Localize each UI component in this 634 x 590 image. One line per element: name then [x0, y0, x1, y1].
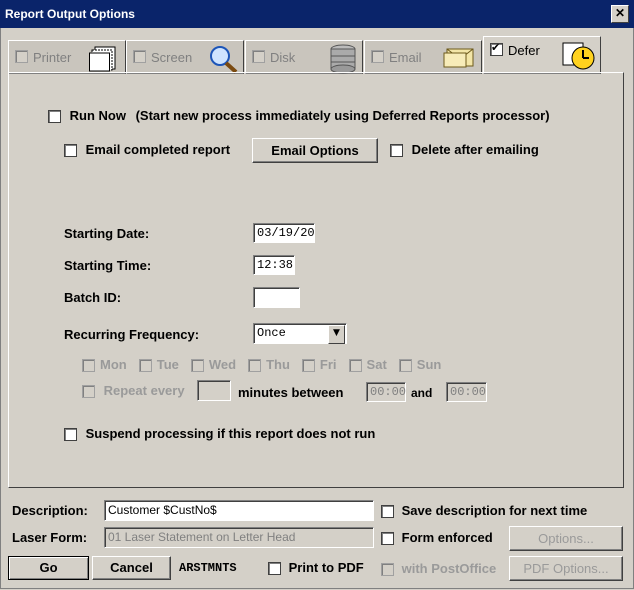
run-now-checkbox[interactable] [48, 110, 61, 124]
tab-defer-label: Defer [508, 43, 540, 58]
weekday-row: Mon Tue Wed Thu Fri Sat Sun [82, 357, 442, 373]
between-end-field[interactable]: 00:00 [446, 382, 487, 402]
laser-form-label: Laser Form: [12, 530, 88, 545]
with-postoffice-row: with PostOffice [381, 561, 497, 577]
day-fri-label: Fri [319, 357, 337, 372]
window-title: Report Output Options [5, 7, 135, 21]
delete-after-label: Delete after emailing [411, 142, 539, 157]
starting-date-field[interactable]: 03/19/20 [253, 223, 315, 243]
tab-printer-checkbox[interactable] [15, 50, 28, 63]
options-button[interactable]: Options... [509, 526, 623, 551]
go-button[interactable]: Go [8, 556, 89, 580]
tab-printer[interactable]: Printer [8, 40, 126, 74]
repeat-every-checkbox[interactable] [82, 385, 95, 399]
form-enforced-checkbox[interactable] [381, 532, 394, 546]
day-sun-label: Sun [416, 357, 442, 372]
day-tue-checkbox[interactable] [138, 359, 152, 373]
tab-email[interactable]: Email [364, 40, 482, 74]
recurring-frequency-select[interactable]: Once ▼ [253, 323, 347, 344]
tab-disk[interactable]: Disk [245, 40, 363, 74]
print-to-pdf-checkbox[interactable] [268, 562, 281, 576]
starting-date-label: Starting Date: [64, 226, 150, 241]
starting-time-label: Starting Time: [64, 258, 152, 273]
save-description-checkbox[interactable] [381, 505, 394, 519]
clock-schedule-icon [562, 42, 595, 70]
tab-printer-label: Printer [33, 50, 72, 65]
recurring-frequency-label: Recurring Frequency: [64, 327, 200, 342]
day-fri-checkbox[interactable] [301, 359, 315, 373]
day-sat-label: Sat [366, 357, 387, 372]
magnifier-icon [210, 46, 238, 74]
chevron-down-icon[interactable]: ▼ [328, 325, 345, 344]
day-wed-checkbox[interactable] [190, 359, 204, 373]
day-tue-label: Tue [156, 357, 179, 372]
tab-disk-label: Disk [270, 50, 296, 65]
minutes-between-label: minutes between [238, 385, 344, 400]
form-enforced-row: Form enforced [381, 530, 493, 546]
database-icon [330, 44, 356, 74]
tab-defer[interactable]: Defer [483, 36, 601, 74]
report-code: ARSTMNTS [179, 561, 237, 575]
with-postoffice-label: with PostOffice [401, 561, 497, 576]
envelope-icon [443, 48, 474, 68]
suspend-checkbox[interactable] [64, 428, 77, 442]
batch-id-field[interactable] [253, 287, 300, 308]
and-label: and [411, 386, 433, 400]
tab-screen-label: Screen [151, 50, 193, 65]
cancel-button[interactable]: Cancel [92, 556, 171, 580]
tab-disk-checkbox[interactable] [252, 50, 265, 63]
tab-screen[interactable]: Screen [126, 40, 244, 74]
pdf-options-button[interactable]: PDF Options... [509, 556, 623, 581]
tab-screen-checkbox[interactable] [133, 50, 146, 63]
suspend-label: Suspend processing if this report does n… [85, 426, 376, 441]
between-start-field[interactable]: 00:00 [366, 382, 406, 402]
description-label: Description: [12, 503, 88, 518]
laser-form-field[interactable]: 01 Laser Statement on Letter Head [104, 527, 374, 548]
tab-email-label: Email [389, 50, 422, 65]
description-field[interactable]: Customer $CustNo$ [104, 500, 374, 521]
email-completed-row: Email completed report [64, 142, 231, 158]
day-thu-checkbox[interactable] [248, 359, 262, 373]
print-to-pdf-label: Print to PDF [288, 560, 364, 575]
repeat-every-label: Repeat every [103, 383, 185, 398]
email-completed-label: Email completed report [85, 142, 231, 157]
save-description-row: Save description for next time [381, 503, 588, 519]
day-mon-label: Mon [100, 357, 127, 372]
title-bar: Report Output Options ✕ [0, 0, 634, 28]
run-now-row: Run Now (Start new process immediately u… [48, 108, 550, 124]
batch-id-label: Batch ID: [64, 290, 122, 305]
run-now-description: (Start new process immediately using Def… [135, 108, 550, 123]
print-to-pdf-row: Print to PDF [268, 560, 364, 576]
day-wed-label: Wed [208, 357, 237, 372]
tab-defer-checkbox[interactable] [490, 41, 503, 56]
form-enforced-label: Form enforced [401, 530, 493, 545]
suspend-row: Suspend processing if this report does n… [64, 426, 376, 442]
delete-after-row: Delete after emailing [390, 142, 539, 158]
tab-email-checkbox[interactable] [371, 50, 384, 63]
run-now-label: Run Now [69, 108, 126, 123]
repeat-every-row: Repeat every [82, 383, 185, 399]
printer-icon [89, 46, 116, 72]
day-sat-checkbox[interactable] [348, 359, 362, 373]
email-options-button[interactable]: Email Options [252, 138, 378, 163]
day-mon-checkbox[interactable] [82, 359, 95, 373]
close-button[interactable]: ✕ [611, 5, 629, 23]
recurring-frequency-value: Once [257, 326, 286, 340]
delete-after-checkbox[interactable] [390, 144, 403, 158]
starting-time-field[interactable]: 12:38 [253, 255, 295, 275]
day-sun-checkbox[interactable] [398, 359, 412, 373]
day-thu-label: Thu [266, 357, 290, 372]
save-description-label: Save description for next time [401, 503, 588, 518]
repeat-minutes-field[interactable] [197, 380, 231, 401]
with-postoffice-checkbox[interactable] [381, 563, 394, 577]
email-completed-checkbox[interactable] [64, 144, 77, 158]
